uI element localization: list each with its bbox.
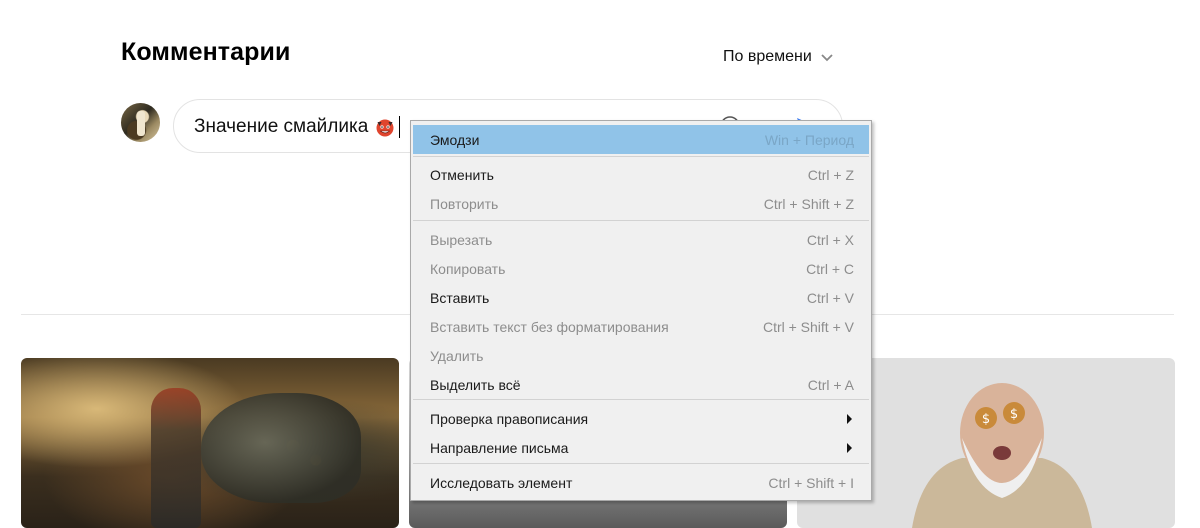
article-card-1[interactable] xyxy=(21,358,399,528)
menu-item-shortcut: Ctrl + Shift + I xyxy=(768,474,854,491)
comments-title: Комментарии xyxy=(121,38,291,66)
menu-item-4[interactable]: Вырезать Ctrl + X xyxy=(413,225,869,254)
menu-item-label: Вырезать xyxy=(430,231,493,248)
menu-item-label: Выделить всё xyxy=(430,376,521,393)
menu-item-shortcut: Win + Период xyxy=(764,131,854,148)
menu-item-shortcut: Ctrl + Shift + V xyxy=(762,318,854,335)
menu-item-shortcut: Ctrl + Z xyxy=(807,166,854,183)
menu-item-6[interactable]: Вставить Ctrl + V xyxy=(413,283,869,312)
menu-item-2[interactable]: Отменить Ctrl + Z xyxy=(413,160,869,189)
menu-item-10[interactable]: Проверка правописания xyxy=(413,404,869,433)
menu-separator xyxy=(413,463,869,464)
menu-separator xyxy=(413,156,869,157)
menu-item-shortcut: Ctrl + X xyxy=(806,231,854,248)
menu-separator xyxy=(413,399,869,400)
menu-item-label: Проверка правописания xyxy=(430,410,589,427)
menu-item-8[interactable]: Удалить xyxy=(413,341,869,370)
sort-label: По времени xyxy=(723,48,812,65)
menu-item-shortcut: Ctrl + C xyxy=(806,260,854,277)
devil-face-emoji-icon xyxy=(376,119,394,137)
menu-item-label: Отменить xyxy=(430,166,494,183)
menu-item-9[interactable]: Выделить всё Ctrl + A xyxy=(413,370,869,399)
svg-text:$: $ xyxy=(982,412,990,427)
menu-item-7[interactable]: Вставить текст без форматирования Ctrl + … xyxy=(413,312,869,341)
menu-item-12[interactable]: Исследовать элемент Ctrl + Shift + I xyxy=(413,468,869,497)
text-caret xyxy=(399,116,401,138)
menu-item-label: Вставить текст без форматирования xyxy=(430,318,669,335)
comment-input-text: Значение смайлика xyxy=(194,116,369,137)
card-image-person: $ $ xyxy=(912,383,1092,528)
context-menu: Эмодзи Win + Период Отменить Ctrl + Z Повтор… xyxy=(410,120,872,501)
menu-item-label: Направление письма xyxy=(430,439,569,456)
chevron-down-icon xyxy=(821,54,833,62)
menu-item-5[interactable]: Копировать Ctrl + C xyxy=(413,254,869,283)
menu-item-label: Повторить xyxy=(430,195,499,212)
menu-item-label: Исследовать элемент xyxy=(430,474,573,491)
card-image-robot xyxy=(201,393,361,503)
menu-item-shortcut: Ctrl + V xyxy=(806,289,854,306)
menu-item-3[interactable]: Повторить Ctrl + Shift + Z xyxy=(413,189,869,218)
submenu-arrow-icon xyxy=(847,442,852,453)
menu-item-label: Вставить xyxy=(430,289,490,306)
menu-item-shortcut: Ctrl + A xyxy=(807,376,854,393)
menu-item-11[interactable]: Направление письма xyxy=(413,433,869,462)
submenu-arrow-icon xyxy=(847,413,852,424)
card-image-figure xyxy=(151,388,201,528)
menu-item-label: Эмодзи xyxy=(430,131,480,148)
menu-separator xyxy=(413,220,869,221)
menu-item-label: Удалить xyxy=(430,347,484,364)
menu-item-shortcut: Ctrl + Shift + Z xyxy=(763,195,854,212)
svg-text:$: $ xyxy=(1010,407,1018,422)
menu-item-label: Копировать xyxy=(430,260,506,277)
avatar[interactable] xyxy=(121,103,160,142)
menu-item-1[interactable]: Эмодзи Win + Период xyxy=(413,125,869,154)
sort-dropdown[interactable]: По времени xyxy=(723,48,834,66)
